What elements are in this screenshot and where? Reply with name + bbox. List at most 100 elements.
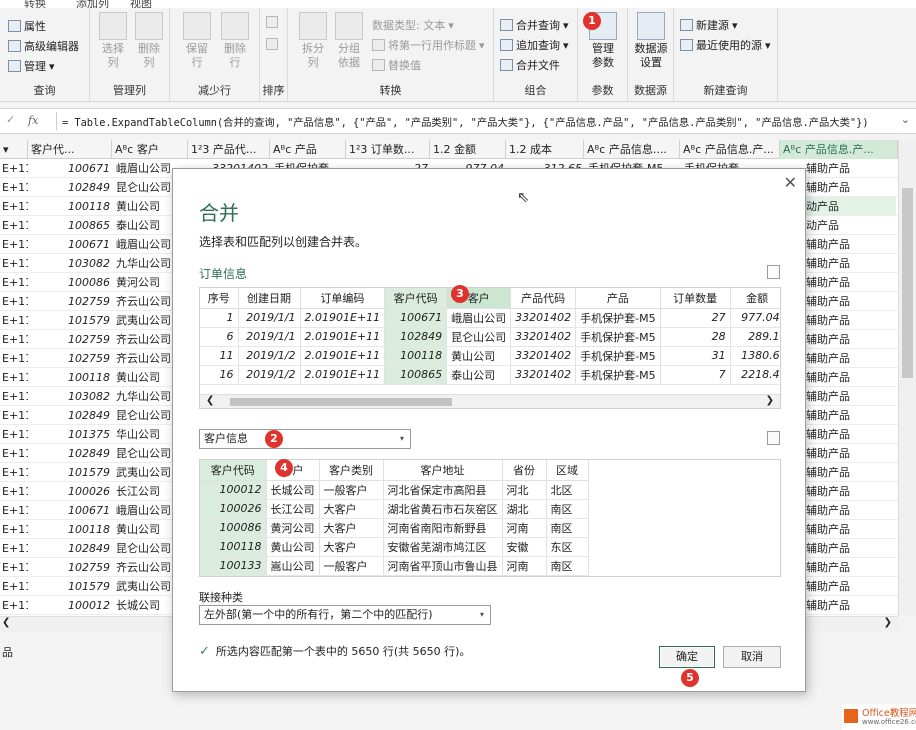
column-header[interactable]: 1²3 产品代... bbox=[188, 140, 270, 159]
preview-column-header[interactable]: 客户地址 bbox=[383, 460, 503, 481]
preview-column-header[interactable]: 产品代码 bbox=[510, 288, 577, 309]
preview-column-header[interactable]: 创建日期 bbox=[238, 288, 301, 309]
column-header[interactable]: ▾ bbox=[0, 140, 28, 159]
cell: 辅助产品 bbox=[806, 561, 850, 574]
preview-cell: 100012 bbox=[200, 480, 267, 500]
properties-button[interactable]: 属性 bbox=[8, 18, 46, 34]
cell: 102849 bbox=[68, 447, 110, 460]
merge-dialog: ✕ 合并 选择表和匹配列以创建合并表。 订单信息 序号 创建日期 订单编码 客户代码客… bbox=[172, 168, 806, 692]
column-header[interactable]: Aᴮc 客户 bbox=[112, 140, 188, 159]
cell: 辅助产品 bbox=[806, 371, 850, 384]
tab-view[interactable]: 视图 bbox=[130, 0, 152, 8]
grid-vertical-scrollbar[interactable] bbox=[898, 140, 916, 616]
combine-files-button[interactable]: 合并文件 bbox=[500, 57, 560, 73]
preview-column-header[interactable]: 客户代码 bbox=[200, 460, 267, 481]
table2-grid: 客户代码客户客户类别客户地址省份区域100012长城公司一般客户河北省保定市高阳… bbox=[200, 460, 589, 576]
preview-column-header[interactable]: 序号 bbox=[200, 288, 239, 309]
preview-column-header[interactable]: 省份 bbox=[502, 460, 547, 481]
preview-cell: 嵩山公司 bbox=[266, 556, 320, 576]
check-icon[interactable]: ✓ bbox=[6, 113, 15, 126]
sort-descending-button[interactable] bbox=[266, 38, 278, 50]
preview-cell: 手机保护套-M5 bbox=[575, 327, 661, 347]
preview-column-header[interactable]: 区域 bbox=[546, 460, 589, 481]
advanced-editor-button[interactable]: 高级编辑器 bbox=[8, 38, 79, 54]
preview-cell: 河南省平顶山市鲁山县 bbox=[383, 556, 503, 576]
preview-column-header[interactable]: 产品 bbox=[575, 288, 661, 309]
preview-cell: 16 bbox=[200, 365, 239, 385]
cell: 102849 bbox=[68, 542, 110, 555]
cell: E+11 bbox=[2, 295, 28, 308]
manage-button[interactable]: 管理 ▾ bbox=[8, 58, 55, 74]
column-header[interactable]: Aᴮc 产品 bbox=[270, 140, 346, 159]
recent-sources-button[interactable]: 最近使用的源 ▾ bbox=[680, 37, 771, 53]
preview-cell: 河南省南阳市新野县 bbox=[383, 518, 503, 538]
group-reduce-rows: 保留 行 删除 行 减少行 bbox=[170, 8, 260, 102]
table2-select[interactable]: 客户信息 ▾ bbox=[199, 429, 411, 449]
split-column-button[interactable]: 拆分 列 bbox=[298, 12, 328, 70]
column-header[interactable]: Aᴮc 产品信息.产... bbox=[680, 140, 780, 159]
column-header[interactable]: 1.2 金额 bbox=[430, 140, 506, 159]
append-queries-button[interactable]: 追加查询 ▾ bbox=[500, 37, 569, 53]
preview-cell: 河南 bbox=[502, 556, 547, 576]
scroll-left-icon[interactable]: ❮ bbox=[206, 395, 214, 406]
preview-cell: 100086 bbox=[200, 518, 267, 538]
tab-add-column[interactable]: 添加列 bbox=[76, 0, 109, 8]
refresh-preview-icon[interactable] bbox=[767, 431, 780, 445]
preview-row: 100133 嵩山公司 一般客户 河南省平顶山市鲁山县 河南 南区 bbox=[200, 556, 589, 576]
column-header[interactable]: 1.2 成本 bbox=[506, 140, 584, 159]
preview-column-header[interactable]: 金额 bbox=[730, 288, 780, 309]
preview-cell: 大客户 bbox=[319, 518, 384, 538]
group-label-query: 查询 bbox=[33, 84, 56, 97]
scroll-thumb[interactable] bbox=[902, 188, 913, 378]
column-header[interactable]: 1²3 订单数... bbox=[346, 140, 430, 159]
scroll-right-icon[interactable]: ❯ bbox=[766, 395, 774, 406]
choose-columns-button[interactable]: 选择 列 bbox=[98, 12, 128, 70]
ribbon: 属性 高级编辑器 管理 ▾ 查询 选择 列 删除 列 管理列 保留 行 删除 行 … bbox=[0, 8, 916, 102]
preview-row: 100026 长江公司 大客户 湖北省黄石市石灰窑区 湖北 南区 bbox=[200, 499, 589, 519]
cell: 辅助产品 bbox=[806, 390, 850, 403]
scroll-thumb[interactable] bbox=[230, 398, 452, 406]
remove-columns-icon bbox=[135, 12, 163, 40]
column-header[interactable]: 客户代... bbox=[28, 140, 112, 159]
formula-text[interactable]: = Table.ExpandTableColumn(合并的查询, "产品信息",… bbox=[62, 114, 892, 129]
preview-column-header[interactable]: 订单编码 bbox=[300, 288, 386, 309]
expand-formula-icon[interactable]: ⌄ bbox=[901, 113, 910, 126]
remove-rows-button[interactable]: 删除 行 bbox=[220, 12, 250, 70]
cancel-button[interactable]: 取消 bbox=[723, 646, 781, 668]
preview-column-header[interactable]: 客户类别 bbox=[319, 460, 384, 481]
close-icon[interactable]: ✕ bbox=[784, 173, 797, 192]
ok-button[interactable]: 确定 bbox=[659, 646, 715, 668]
column-header-selected[interactable]: Aᴮc 产品信息.产... bbox=[780, 140, 898, 159]
formula-separator bbox=[56, 112, 57, 130]
cell: 辅助产品 bbox=[806, 466, 850, 479]
data-type-dropdown[interactable]: 数据类型: 文本 ▾ bbox=[372, 17, 454, 33]
scroll-left-icon[interactable]: ❮ bbox=[2, 617, 10, 628]
group-new-query: 新建源 ▾ 最近使用的源 ▾ 新建查询 bbox=[674, 8, 778, 102]
preview-cell: 100026 bbox=[200, 499, 267, 519]
dialog-title: 合并 bbox=[199, 201, 239, 225]
preview-column-header[interactable]: 订单数量 bbox=[660, 288, 731, 309]
preview-cell: 一般客户 bbox=[319, 480, 384, 500]
formula-bar: ✓ fx = Table.ExpandTableColumn(合并的查询, "产… bbox=[0, 108, 916, 134]
use-first-row-headers-button[interactable]: 将第一行用作标题 ▾ bbox=[372, 37, 485, 53]
cell: E+11 bbox=[2, 333, 28, 346]
scroll-right-icon[interactable]: ❯ bbox=[884, 617, 892, 628]
refresh-preview-icon[interactable] bbox=[767, 265, 780, 279]
tab-transform[interactable]: 转换 bbox=[24, 0, 46, 8]
table1-name: 订单信息 bbox=[199, 267, 248, 281]
remove-columns-button[interactable]: 删除 列 bbox=[134, 12, 164, 70]
keep-rows-button[interactable]: 保留 行 bbox=[182, 12, 212, 70]
new-source-button[interactable]: 新建源 ▾ bbox=[680, 17, 738, 33]
cell: 100865 bbox=[68, 219, 110, 232]
preview-cell: 100118 bbox=[384, 346, 448, 366]
preview-column-header[interactable]: 客户代码 bbox=[384, 288, 448, 309]
merge-queries-button[interactable]: 合并查询 ▾ bbox=[500, 17, 569, 33]
group-by-button[interactable]: 分组 依据 bbox=[334, 12, 364, 70]
sort-ascending-icon bbox=[266, 16, 278, 28]
data-source-settings-button[interactable]: 数据源 设置 bbox=[632, 12, 670, 70]
column-header[interactable]: Aᴮc 产品信息.... bbox=[584, 140, 680, 159]
table1-scrollbar[interactable]: ❮ ❯ bbox=[200, 394, 780, 408]
sort-ascending-button[interactable] bbox=[266, 16, 278, 28]
join-kind-select[interactable]: 左外部(第一个中的所有行，第二个中的匹配行) ▾ bbox=[199, 605, 491, 625]
replace-values-button[interactable]: 替换值 bbox=[372, 57, 421, 73]
